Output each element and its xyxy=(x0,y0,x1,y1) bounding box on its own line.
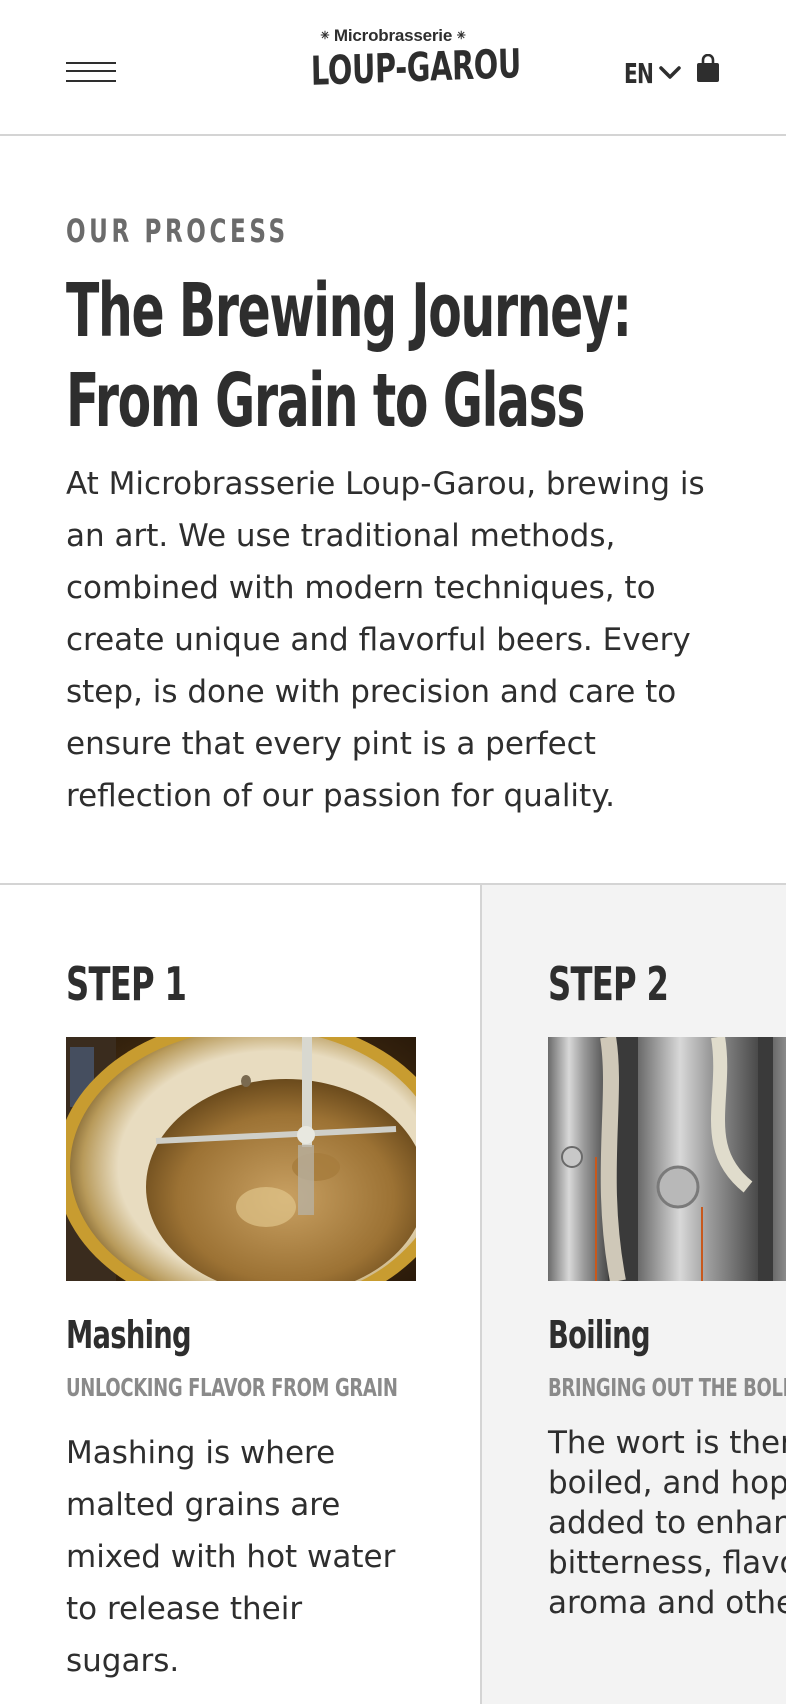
step-description: The wort is then boiled, and hops added … xyxy=(548,1423,786,1623)
step-description-line: added to enhanc xyxy=(548,1505,786,1541)
mash-tun-photo xyxy=(66,1037,416,1281)
page-title-line1: The Brewing Journey: xyxy=(66,268,632,354)
site-logo[interactable]: ✳ Microbrasserie ✳ LOUP-GAROU xyxy=(270,26,521,110)
step-description-line: bitterness, flavo xyxy=(548,1545,786,1581)
section-eyebrow: OUR PROCESS xyxy=(66,212,289,250)
step-subtitle: BRINGING OUT THE BOLD F xyxy=(548,1373,786,1402)
page-title: The Brewing Journey: From Grain to Glass xyxy=(66,266,693,446)
shopping-bag-icon[interactable] xyxy=(696,54,720,84)
intro-paragraph: At Microbrasserie Loup-Garou, brewing is… xyxy=(66,466,705,814)
step-description-line: boiled, and hops xyxy=(548,1465,786,1501)
fermentation-tanks-photo xyxy=(548,1037,786,1281)
step-subtitle: UNLOCKING FLAVOR FROM GRAIN xyxy=(66,1373,398,1402)
language-selector[interactable]: EN xyxy=(624,56,682,90)
step-description: Mashing is where malted grains are mixed… xyxy=(66,1435,396,1679)
page-title-line2: From Grain to Glass xyxy=(66,358,585,444)
step-card-boiling: STEP 2 Boiling BRINGING OUT THE BOL The … xyxy=(482,885,786,1704)
chevron-down-icon xyxy=(659,66,681,79)
step-description-line: The wort is then xyxy=(548,1425,786,1461)
step-name: Mashing xyxy=(66,1313,192,1357)
site-header: ✳ Microbrasserie ✳ LOUP-GAROU EN xyxy=(0,0,786,136)
step-description-line: aroma and other xyxy=(548,1585,786,1621)
process-steps: STEP 1 Mashing UNLOCKING FLAVOR FROM GRA… xyxy=(0,883,786,1704)
step-card-mashing: STEP 1 Mashing UNLOCKING FLAVOR FROM GRA… xyxy=(0,885,482,1704)
step-number: STEP 2 xyxy=(548,957,669,1011)
logo-wordmark: LOUP-GAROU xyxy=(310,41,522,95)
step-name: Boiling xyxy=(548,1313,651,1357)
hamburger-menu-icon[interactable] xyxy=(66,62,116,84)
language-label: EN xyxy=(624,56,654,90)
step-number: STEP 1 xyxy=(66,957,187,1011)
